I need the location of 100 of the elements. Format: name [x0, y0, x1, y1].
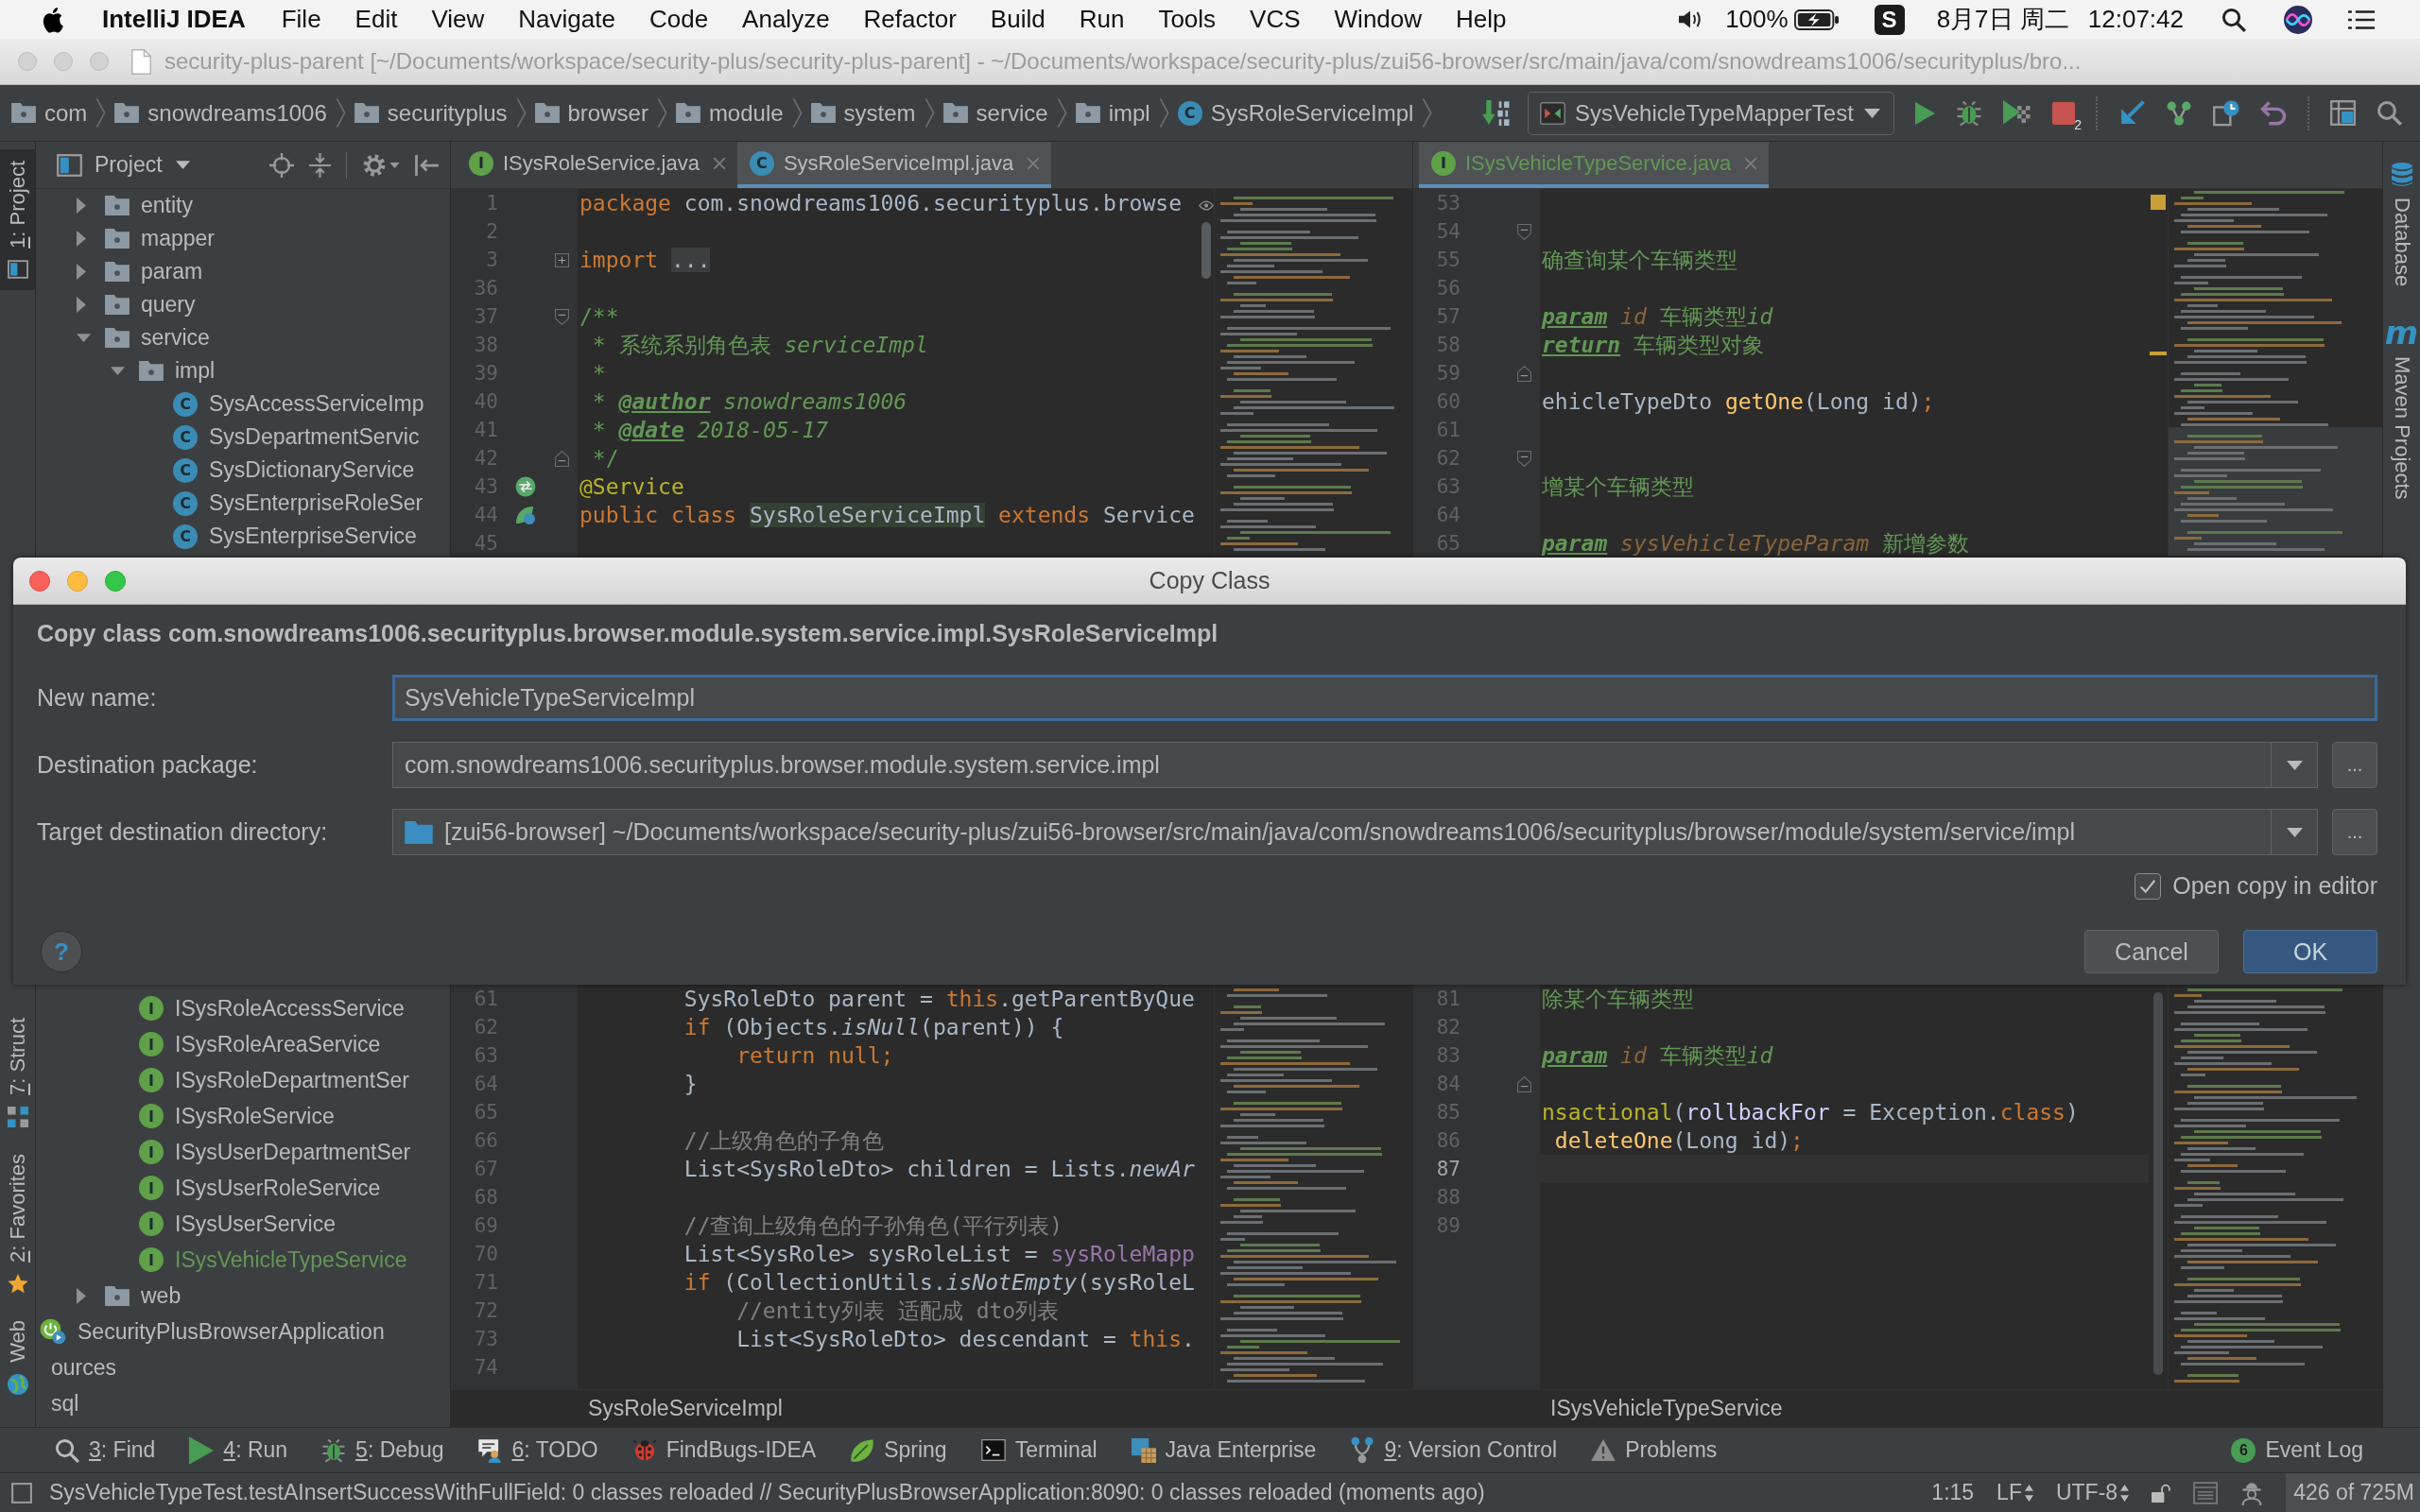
tool-window-button[interactable]: 6: TODO — [477, 1437, 598, 1463]
caret-right-icon[interactable] — [77, 1287, 86, 1304]
tree-item[interactable]: C SysEnterpriseRoleSer — [173, 487, 424, 520]
tool-window-button[interactable]: 4: Run — [189, 1435, 288, 1465]
editor-breadcrumb[interactable]: ISysVehicleTypeService — [1550, 1396, 1783, 1421]
close-icon[interactable] — [1744, 156, 1758, 170]
caret-position[interactable]: 1:15 — [1931, 1480, 1975, 1505]
menu-item[interactable]: Refactor — [863, 5, 957, 34]
collapse-icon[interactable] — [309, 152, 331, 178]
editor-tab[interactable]: I ISysVehicleTypeService.java — [1419, 142, 1770, 188]
tool-window-button[interactable]: Java Enterprise — [1131, 1437, 1317, 1463]
tool-window-tab[interactable]: 7: Struct — [0, 1006, 35, 1140]
undo-icon[interactable] — [2260, 100, 2287, 126]
breadcrumb-item[interactable]: impl — [1075, 99, 1150, 127]
stop-icon[interactable] — [2052, 101, 2075, 125]
tree-item[interactable]: impl — [106, 354, 216, 387]
tree-item[interactable]: I ISysVehicleTypeService — [139, 1242, 407, 1278]
fold-start-icon[interactable] — [1516, 223, 1531, 240]
caret-right-icon[interactable] — [77, 297, 86, 313]
hide-icon[interactable] — [415, 154, 439, 176]
browse-button[interactable]: ... — [2332, 742, 2377, 788]
combo-box[interactable]: [zui56-browser] ~/Documents/workspace/security-plus/zui56-browser/src/main/java/com/snowdreams1006/securityplus/browser/module/system/service/impl — [392, 809, 2318, 855]
close-icon[interactable] — [712, 156, 726, 170]
fold-end-icon[interactable] — [1516, 365, 1531, 382]
gear-icon[interactable] — [362, 152, 387, 178]
checkbox-label[interactable]: Open copy in editor — [2172, 872, 2377, 900]
combo-box[interactable]: com.snowdreams1006.securityplus.browser.module.system.service.impl — [392, 742, 2318, 788]
fold-start-icon[interactable] — [554, 308, 569, 325]
tree-item[interactable]: C SysDictionaryService — [173, 454, 415, 487]
menu-item[interactable]: VCS — [1250, 5, 1301, 34]
ok-button[interactable]: OK — [2243, 930, 2377, 973]
list-icon[interactable] — [2348, 9, 2375, 30]
tree-item[interactable]: entity — [72, 189, 193, 222]
menu-item[interactable]: Analyze — [742, 5, 830, 34]
checkbox[interactable] — [2135, 872, 2162, 900]
caret-right-icon[interactable] — [77, 231, 86, 247]
memory-indicator[interactable]: 426 of 725M — [2286, 1473, 2420, 1512]
tree-item[interactable]: C SysAccessServiceImp — [173, 387, 424, 421]
battery-icon[interactable] — [1793, 9, 1839, 30]
menu-item[interactable]: Window — [1334, 5, 1423, 34]
tool-window-button[interactable]: 9: Version Control — [1350, 1436, 1558, 1464]
close-icon[interactable] — [1027, 156, 1041, 170]
tool-window-tab[interactable]: Database — [2389, 163, 2414, 287]
menu-item[interactable]: Tools — [1158, 5, 1217, 34]
breadcrumb-item[interactable]: com — [11, 99, 88, 127]
node-graph-icon[interactable] — [2166, 99, 2192, 127]
caret-right-icon[interactable] — [77, 198, 86, 214]
tree-item[interactable]: I ISysUserService — [139, 1206, 336, 1242]
fold-end-icon[interactable] — [554, 450, 569, 467]
cancel-button[interactable]: Cancel — [2084, 930, 2219, 973]
menu-item[interactable]: Edit — [354, 5, 398, 34]
swap-arrows-icon[interactable] — [515, 476, 536, 497]
tool-window-tab[interactable]: Web — [0, 1309, 35, 1406]
arrow-down-left-icon[interactable] — [2118, 99, 2145, 127]
scrollbar-thumb[interactable] — [1201, 222, 1211, 279]
breadcrumb-item[interactable]: C SysRoleServiceImpl — [1177, 99, 1414, 127]
menu-item[interactable]: Code — [648, 5, 709, 34]
breadcrumb-item[interactable]: browser — [534, 99, 648, 127]
menu-item[interactable]: Navigate — [518, 5, 615, 34]
tree-item[interactable]: param — [72, 255, 203, 288]
tool-window-tab[interactable]: m Maven Projects — [2384, 318, 2419, 500]
clock-window-icon[interactable] — [2213, 99, 2239, 127]
tree-item[interactable]: I ISysRoleService — [139, 1098, 335, 1134]
tool-window-button[interactable]: 3: Find — [55, 1437, 156, 1463]
tree-item[interactable]: sql — [40, 1385, 79, 1421]
breadcrumb-item[interactable]: securityplus — [354, 99, 508, 127]
tool-window-button[interactable]: FindBugs-IDEA — [631, 1437, 817, 1463]
menu-item[interactable]: Build — [990, 5, 1046, 34]
play-icon[interactable] — [1915, 101, 1935, 125]
editor-tab[interactable]: C SysRoleServiceImpl.java — [736, 142, 1052, 188]
menu-item[interactable]: View — [431, 5, 485, 34]
text-field[interactable]: SysVehicleTypeServiceImpl — [392, 675, 2377, 721]
menu-item[interactable]: File — [281, 5, 321, 34]
apple-icon[interactable] — [41, 6, 63, 33]
tree-item[interactable]: C SysDepartmentServic — [173, 421, 420, 454]
grid-panel-icon[interactable] — [2330, 100, 2356, 126]
event-log-button[interactable]: 6 Event Log — [2231, 1437, 2363, 1463]
breadcrumb-item[interactable]: snowdreams1006 — [114, 99, 327, 127]
fold-start-icon[interactable] — [1516, 450, 1531, 467]
tree-item[interactable]: query — [72, 288, 196, 321]
run-config-dropdown[interactable]: SysVehicleTypeMapperTest — [1528, 91, 1894, 135]
eye-icon[interactable] — [1199, 200, 1214, 211]
minimap-drawing[interactable] — [2169, 189, 2382, 556]
tree-item[interactable]: ources — [40, 1349, 117, 1385]
breadcrumb-item[interactable]: module — [675, 99, 784, 127]
tree-item[interactable]: mapper — [72, 222, 215, 255]
panel-toggle-icon[interactable] — [11, 1482, 32, 1503]
caret-down-icon[interactable] — [111, 367, 125, 375]
caret-down-icon[interactable] — [389, 162, 400, 168]
tree-item[interactable]: I ISysUserRoleService — [139, 1170, 381, 1206]
tree-item[interactable]: I ISysRoleAreaService — [139, 1026, 381, 1062]
zoom-button[interactable] — [105, 570, 126, 592]
input-method-icon[interactable]: S — [1874, 4, 1905, 35]
tool-window-button[interactable]: 5: Debug — [321, 1437, 444, 1463]
play-checker-icon[interactable] — [2003, 100, 2031, 126]
tree-item[interactable]: SecurityPlusBrowserApplication — [40, 1314, 385, 1349]
browse-button[interactable]: ... — [2332, 809, 2377, 855]
hat-person-icon[interactable] — [2240, 1480, 2264, 1505]
clock-text[interactable]: 12:07:42 — [2087, 5, 2184, 34]
tree-item[interactable]: I ISysUserDepartmentSer — [139, 1134, 411, 1170]
